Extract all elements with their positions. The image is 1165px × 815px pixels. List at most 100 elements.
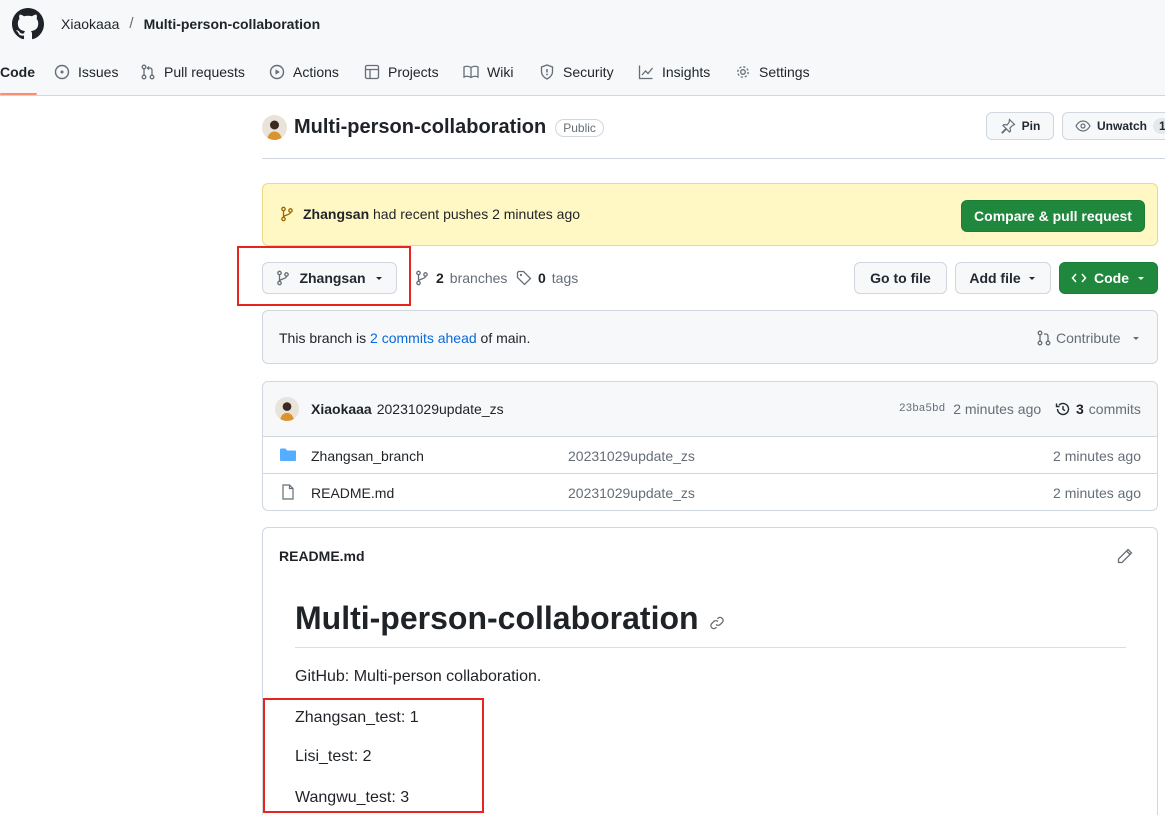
tab-code-label: Code [0, 64, 35, 80]
active-tab-underline [0, 93, 37, 95]
tab-security-label: Security [563, 64, 614, 80]
link-icon[interactable] [709, 615, 725, 631]
readme-heading: Multi-person-collaboration [295, 600, 699, 636]
gear-icon [735, 64, 751, 80]
tab-issues[interactable]: Issues [54, 60, 118, 84]
table-row[interactable]: Zhangsan_branch 20231029update_zs 2 minu… [263, 437, 1157, 473]
code-label: Code [1094, 270, 1129, 286]
add-file-button[interactable]: Add file [955, 262, 1051, 294]
file-commit-message[interactable]: 20231029update_zs [568, 448, 695, 464]
commit-author-avatar[interactable] [275, 397, 299, 421]
commit-meta: 23ba5bd 2 minutes ago [899, 401, 1041, 417]
file-icon [280, 484, 296, 500]
watch-count: 1 [1153, 118, 1165, 134]
title-divider [262, 158, 1165, 159]
branch-count: 2 [436, 270, 444, 286]
visibility-badge: Public [555, 118, 604, 137]
tab-issues-label: Issues [78, 64, 119, 80]
commits-ahead-link[interactable]: 2 commits ahead [370, 330, 477, 346]
file-list: Xiaokaaa 20231029update_zs 23ba5bd 2 min… [262, 381, 1158, 511]
branch-info-text: This branch is 2 commits ahead of main. [279, 330, 530, 346]
banner-branch[interactable]: Zhangsan [303, 206, 369, 222]
branches-label: branches [449, 270, 508, 286]
breadcrumb: Xiaokaaa / Multi-person-collaboration [61, 15, 320, 32]
tab-code[interactable]: Code [0, 60, 35, 84]
tab-actions-label: Actions [293, 64, 339, 80]
commit-count: 3 [1076, 401, 1084, 417]
tab-insights[interactable]: Insights [638, 60, 710, 84]
file-name[interactable]: README.md [311, 485, 394, 501]
tags-link[interactable]: 0 tags [516, 269, 578, 287]
history-icon [1055, 401, 1071, 417]
readme-filename[interactable]: README.md [279, 548, 365, 564]
tab-insights-label: Insights [662, 64, 711, 80]
banner-text: had recent pushes 2 minutes ago [373, 206, 581, 222]
caret-down-icon [1131, 333, 1141, 343]
commits-history-link[interactable]: 3 commits [1055, 401, 1141, 417]
tags-label: tags [551, 270, 579, 286]
pin-button[interactable]: Pin [986, 112, 1054, 140]
commit-message[interactable]: 20231029update_zs [377, 401, 504, 417]
tab-pull-requests[interactable]: Pull requests [140, 60, 245, 84]
graph-icon [638, 64, 654, 80]
owner-link[interactable]: Xiaokaaa [61, 16, 119, 32]
compare-pull-request-button[interactable]: Compare & pull request [961, 200, 1145, 232]
tab-projects-label: Projects [388, 64, 439, 80]
tab-wiki[interactable]: Wiki [463, 60, 513, 84]
repo-owner-avatar[interactable] [262, 115, 287, 140]
repo-title-row: Multi-person-collaboration Public [294, 115, 604, 140]
book-icon [463, 64, 479, 80]
branches-link[interactable]: 2 branches [414, 269, 507, 287]
tab-wiki-label: Wiki [487, 64, 514, 80]
branch-info-box: This branch is 2 commits ahead of main. … [262, 310, 1158, 364]
compare-label: Compare & pull request [974, 208, 1132, 224]
repo-title[interactable]: Multi-person-collaboration [294, 116, 546, 139]
unwatch-button[interactable]: Unwatch 1 [1062, 112, 1165, 140]
commit-sha[interactable]: 23ba5bd [899, 403, 945, 415]
file-commit-message[interactable]: 20231029update_zs [568, 485, 695, 501]
pull-request-icon [140, 64, 156, 80]
branch-icon [279, 206, 295, 222]
branch-icon [414, 270, 430, 286]
pull-request-icon [1036, 330, 1052, 346]
folder-icon [279, 447, 297, 463]
tag-icon [516, 270, 532, 286]
tab-actions[interactable]: Actions [269, 60, 339, 84]
branch-info-suffix: of main. [480, 330, 531, 346]
add-file-label: Add file [969, 270, 1021, 286]
contribute-dropdown[interactable]: Contribute [1036, 330, 1141, 346]
issue-icon [54, 64, 70, 80]
repo-header: Xiaokaaa / Multi-person-collaboration Co… [0, 0, 1165, 96]
table-row[interactable]: README.md 20231029update_zs 2 minutes ag… [263, 474, 1157, 510]
tab-settings[interactable]: Settings [735, 60, 810, 84]
go-to-file-label: Go to file [870, 270, 931, 286]
pin-label: Pin [1021, 119, 1041, 133]
readme-intro: GitHub: Multi-person collaboration. [295, 668, 542, 685]
highlight-branch-select [237, 246, 411, 306]
commits-label: commits [1088, 401, 1141, 417]
tab-security[interactable]: Security [539, 60, 614, 84]
tab-projects[interactable]: Projects [364, 60, 439, 84]
latest-commit-bar: Xiaokaaa 20231029update_zs 23ba5bd 2 min… [263, 382, 1157, 436]
github-logo-icon[interactable] [12, 8, 44, 40]
highlight-readme-lines [263, 698, 484, 813]
unwatch-label: Unwatch [1097, 119, 1148, 133]
go-to-file-button[interactable]: Go to file [854, 262, 947, 294]
file-time: 2 minutes ago [1053, 485, 1141, 501]
breadcrumb-separator: / [129, 15, 134, 32]
pencil-icon[interactable] [1117, 548, 1133, 564]
latest-commit-info: Xiaokaaa 20231029update_zs [311, 401, 504, 417]
code-icon [1071, 270, 1087, 286]
commit-author[interactable]: Xiaokaaa [311, 401, 372, 417]
shield-icon [539, 64, 555, 80]
tab-settings-label: Settings [759, 64, 810, 80]
play-icon [269, 64, 285, 80]
file-time: 2 minutes ago [1053, 448, 1141, 464]
repo-link[interactable]: Multi-person-collaboration [144, 16, 321, 32]
file-name[interactable]: Zhangsan_branch [311, 448, 424, 464]
code-button[interactable]: Code [1059, 262, 1158, 294]
tag-count: 0 [538, 270, 546, 286]
table-icon [364, 64, 380, 80]
recent-push-banner: Zhangsan had recent pushes 2 minutes ago… [262, 183, 1158, 246]
heading-divider [295, 647, 1126, 648]
